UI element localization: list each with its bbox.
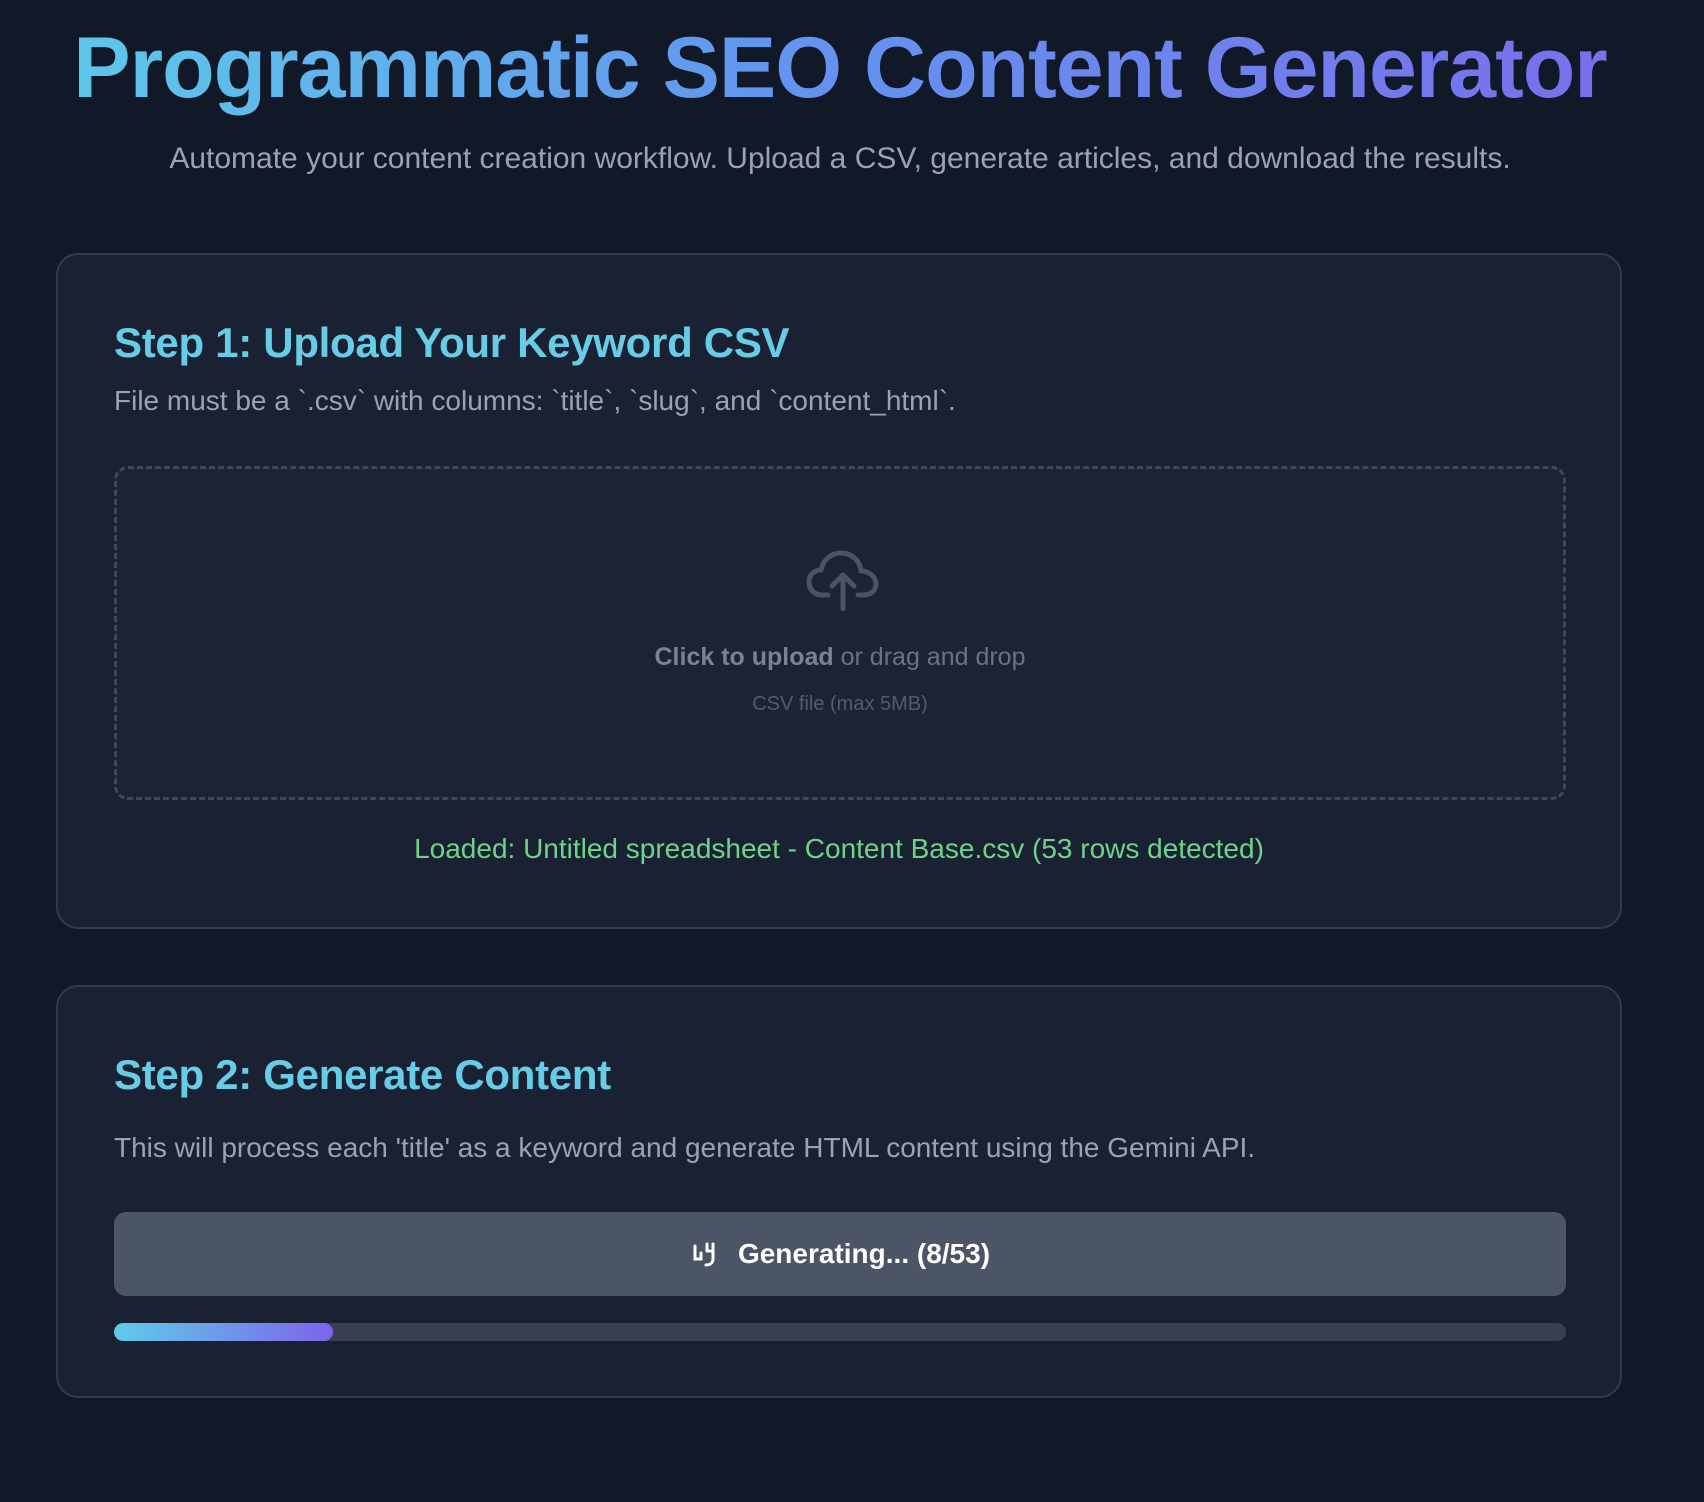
- generation-progress-bar: [114, 1323, 1566, 1341]
- spinner-icon: [693, 1242, 715, 1267]
- page-subtitle: Automate your content creation workflow.…: [169, 142, 1511, 175]
- step2-title: Step 2: Generate Content: [114, 1051, 611, 1098]
- csv-upload-dropzone[interactable]: Click to upload or drag and drop CSV fil…: [114, 466, 1566, 800]
- page-title: Programmatic SEO Content Generator: [0, 18, 1680, 118]
- generate-content-button[interactable]: Generating... (8/53): [114, 1212, 1566, 1296]
- generate-step-card: Step 2: Generate Content This will proce…: [56, 985, 1622, 1398]
- upload-step-card: Step 1: Upload Your Keyword CSV File mus…: [56, 253, 1622, 929]
- file-loaded-status: Loaded: Untitled spreadsheet - Content B…: [414, 833, 1264, 864]
- step1-description: File must be a `.csv` with columns: `tit…: [114, 385, 956, 416]
- generate-button-label: Generating... (8/53): [737, 1238, 991, 1269]
- step1-title: Step 1: Upload Your Keyword CSV: [114, 319, 790, 366]
- upload-instructions: Click to upload or drag and drop: [117, 643, 1563, 672]
- generation-progress-fill: [114, 1323, 334, 1341]
- cloud-upload-icon: [806, 550, 879, 611]
- click-to-upload-link[interactable]: Click to upload: [655, 643, 834, 671]
- upload-file-hint: CSV file (max 5MB): [752, 693, 928, 715]
- step2-description: This will process each 'title' as a keyw…: [114, 1132, 1256, 1163]
- drag-drop-text: or drag and drop: [833, 643, 1026, 671]
